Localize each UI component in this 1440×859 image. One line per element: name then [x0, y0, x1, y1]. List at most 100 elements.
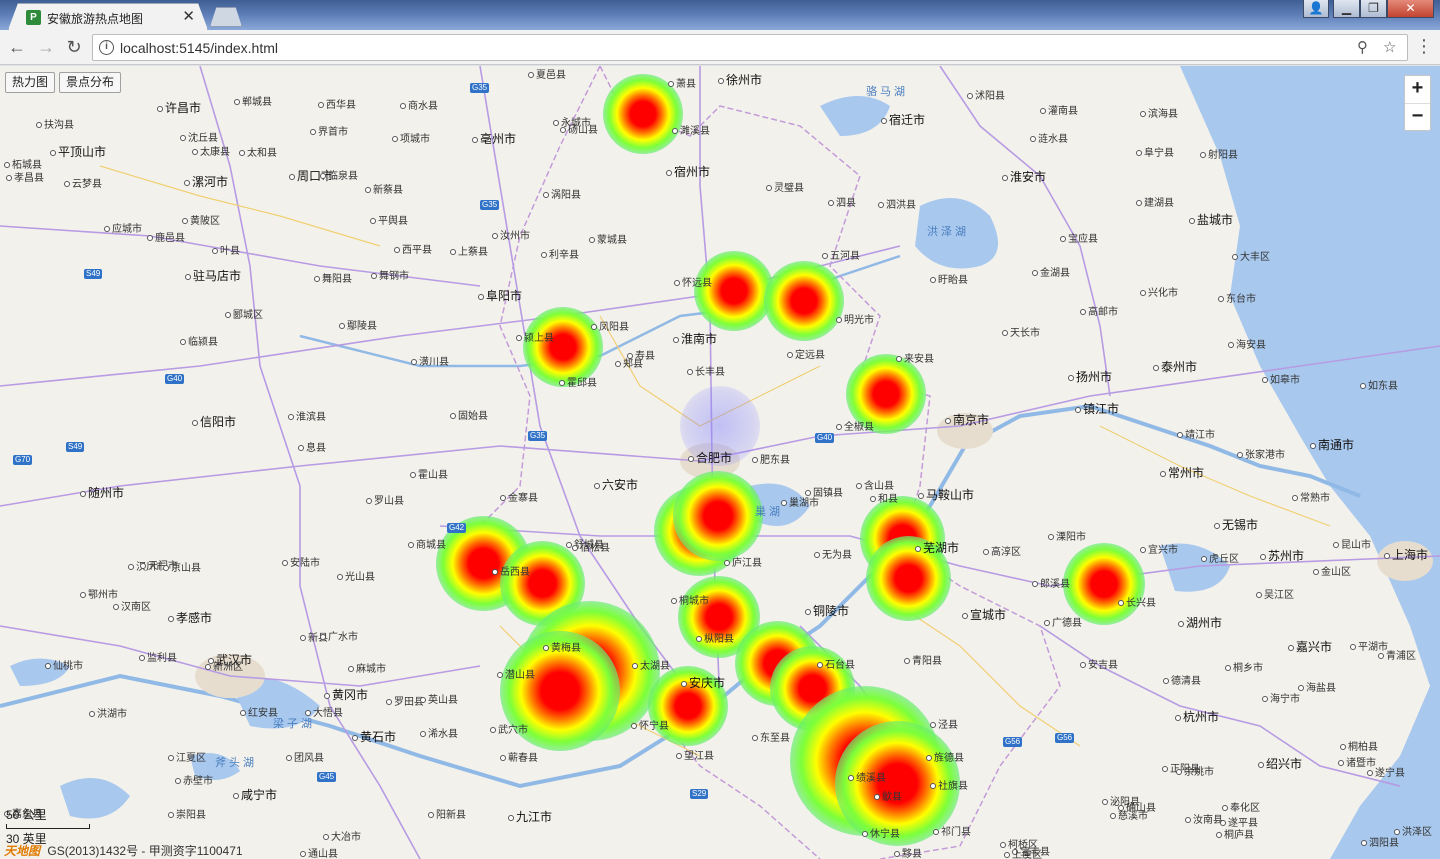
place-label: 舞钢市: [371, 267, 409, 282]
city-label: 亳州市: [472, 130, 516, 147]
place-label: 上蔡县: [450, 243, 488, 258]
place-label: 东至县: [752, 729, 790, 744]
lake-label: 梁子湖: [273, 718, 315, 730]
city-label: 盐城市: [1189, 211, 1233, 228]
tianditu-logo: 天地图: [4, 844, 41, 858]
place-label: 泗县: [828, 194, 856, 209]
place-label: 应城市: [104, 220, 142, 235]
place-label: 宿松县: [572, 539, 610, 554]
zoom-control: + −: [1404, 75, 1431, 131]
place-label: 兴化市: [1140, 284, 1178, 299]
place-label: 海盐县: [1298, 679, 1336, 694]
place-label: 肥东县: [752, 451, 790, 466]
user-icon[interactable]: 👤: [1303, 0, 1329, 18]
zoom-magnifier-icon[interactable]: ⚲: [1357, 38, 1368, 56]
place-label: 太和县: [239, 144, 277, 159]
city-label: 绍兴市: [1258, 755, 1302, 772]
map-attribution: 天地图 GS(2013)1432号 - 甲测资字1100471: [4, 842, 243, 859]
close-window-button[interactable]: ✕: [1387, 0, 1434, 18]
city-label: 九江市: [508, 808, 552, 825]
license-text: GS(2013)1432号 - 甲测资字1100471: [47, 844, 243, 858]
city-label: 黄冈市: [324, 686, 368, 703]
place-label: 灌南县: [1040, 102, 1078, 117]
place-label: 凤阳县: [591, 318, 629, 333]
road-shield: S49: [66, 442, 85, 452]
place-label: 怀宁县: [631, 717, 669, 732]
place-label: 盱眙县: [930, 271, 968, 286]
city-label: 常州市: [1160, 464, 1204, 481]
city-label: 漯河市: [184, 173, 228, 190]
city-label: 合肥市: [688, 449, 732, 466]
place-label: 枞阳县: [696, 630, 734, 645]
bookmark-star-icon[interactable]: ☆: [1383, 38, 1396, 56]
place-label: 明光市: [836, 311, 874, 326]
place-label: 休宁县: [862, 825, 900, 840]
road-shield: G40: [815, 433, 835, 443]
place-label: 社旗县: [930, 777, 968, 792]
place-label: 沭阳县: [967, 87, 1005, 102]
zoom-in-button[interactable]: +: [1405, 76, 1430, 103]
place-label: 海宁市: [1262, 690, 1300, 705]
place-label: 潢川县: [411, 353, 449, 368]
city-label: 孝感市: [168, 609, 212, 626]
lake-label: 巢湖: [755, 506, 783, 518]
place-label: 商城县: [408, 536, 446, 551]
city-label: 扬州市: [1068, 368, 1112, 385]
heatmap-button[interactable]: 热力图: [5, 72, 56, 93]
url-text[interactable]: localhost:5145/index.html: [120, 40, 278, 56]
back-arrow-icon[interactable]: ←: [6, 36, 28, 58]
place-label: 太湖县: [632, 657, 670, 672]
place-label: 平舆县: [370, 212, 408, 227]
place-label: 滨海县: [1140, 105, 1178, 120]
forward-arrow-icon[interactable]: →: [35, 36, 57, 58]
maximize-button[interactable]: ❐: [1360, 0, 1387, 18]
place-label: 孝昌县: [6, 169, 44, 184]
road-shield: G40: [165, 374, 185, 384]
road-shield: G56: [1003, 737, 1023, 747]
place-label: 大冶市: [323, 828, 361, 843]
map-canvas[interactable]: 许昌市 平顶山市 漯河市 周口市 亳州市 徐州市 宿迁市 淮安市 盐城市 宿州市…: [0, 66, 1440, 859]
lake-label: 斧头湖: [215, 757, 257, 769]
scenic-distribution-button[interactable]: 景点分布: [59, 72, 122, 93]
place-label: 团风县: [286, 749, 324, 764]
place-label: 汝南县: [1185, 811, 1223, 826]
place-label: 京山县: [163, 559, 201, 574]
place-label: 洪泽区: [1394, 823, 1432, 838]
place-label: 无为县: [814, 546, 852, 561]
place-label: 新蔡县: [365, 181, 403, 196]
city-label: 阜阳市: [478, 287, 522, 304]
place-label: 濉溪县: [672, 122, 710, 137]
minimize-button[interactable]: ▁: [1333, 0, 1360, 18]
place-label: 和县: [870, 490, 898, 505]
place-label: 金湖县: [1032, 264, 1070, 279]
address-bar[interactable]: i localhost:5145/index.html ⚲ ☆: [92, 34, 1408, 61]
lake-label: 骆马湖: [866, 86, 908, 98]
place-label: 望江县: [676, 747, 714, 762]
place-label: 沈丘县: [180, 129, 218, 144]
city-label: 宿迁市: [881, 111, 925, 128]
place-label: 汝州市: [492, 227, 530, 242]
place-label: 仙桃市: [45, 657, 83, 672]
new-tab-button[interactable]: [210, 7, 242, 27]
place-label: 西平县: [394, 241, 432, 256]
reload-icon[interactable]: ↻: [63, 36, 85, 58]
city-label: 苏州市: [1260, 547, 1304, 564]
city-label: 宿州市: [666, 163, 710, 180]
road-shield: G70: [13, 455, 33, 465]
city-label: 淮南市: [673, 330, 717, 347]
place-label: 溧阳市: [1048, 528, 1086, 543]
place-label: 临颍县: [180, 333, 218, 348]
place-label: 阜宁县: [1136, 144, 1174, 159]
browser-menu-icon[interactable]: ⋮: [1415, 36, 1433, 57]
place-label: 宜兴市: [1140, 541, 1178, 556]
city-label: 许昌市: [157, 99, 201, 116]
browser-tab[interactable]: P 安徽旅游热点地图 ✕: [8, 3, 208, 30]
place-label: 如东县: [1360, 377, 1398, 392]
info-icon[interactable]: i: [99, 40, 114, 55]
tab-close-icon[interactable]: ✕: [182, 7, 195, 25]
place-label: 安吉县: [1080, 656, 1118, 671]
place-label: 涟水县: [1030, 130, 1068, 145]
zoom-out-button[interactable]: −: [1405, 103, 1430, 130]
place-label: 商水县: [400, 97, 438, 112]
place-label: 昆山市: [1333, 536, 1371, 551]
